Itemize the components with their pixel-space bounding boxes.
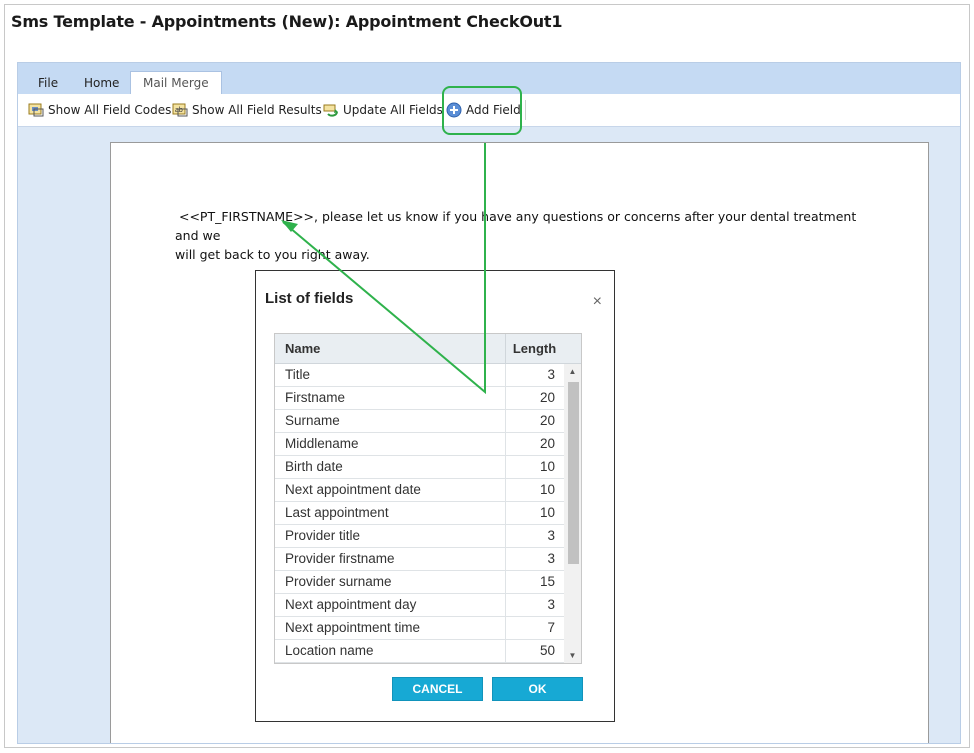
table-row[interactable]: Next appointment day 3: [275, 594, 564, 617]
show-all-field-codes-label: Show All Field Codes: [48, 103, 172, 117]
field-name-cell: Provider firstname: [285, 551, 395, 566]
table-row[interactable]: Birth date 10: [275, 456, 564, 479]
field-name-cell: Birth date: [285, 459, 343, 474]
field-length-cell: 20: [505, 433, 563, 455]
table-row[interactable]: Provider title 3: [275, 525, 564, 548]
field-length-cell: 3: [505, 364, 563, 386]
window-title: Sms Template - Appointments (New): Appoi…: [11, 12, 563, 31]
field-name-cell: Next appointment date: [285, 482, 421, 497]
scroll-down-icon[interactable]: ▼: [564, 651, 581, 660]
field-name-cell: Next appointment time: [285, 620, 421, 635]
field-length-cell: 3: [505, 548, 563, 570]
update-fields-icon: [323, 104, 338, 117]
field-name-cell: Location name: [285, 643, 374, 658]
table-scrollbar[interactable]: ▲ ▼: [564, 364, 581, 663]
table-row[interactable]: Location name 50: [275, 640, 564, 663]
fields-table: Name Length Title 3 Firstname 20 Surname 20 Mi…: [274, 333, 582, 664]
svg-text:ab: ab: [175, 107, 183, 114]
field-length-cell: 3: [505, 594, 563, 616]
tab-home[interactable]: Home: [84, 73, 119, 94]
field-length-cell: 7: [505, 617, 563, 639]
field-name-cell: Last appointment: [285, 505, 389, 520]
merge-field-pt-firstname[interactable]: <<PT_FIRSTNAME>>: [179, 209, 314, 224]
document-body[interactable]: <<PT_FIRSTNAME>>, please let us know if …: [175, 207, 875, 264]
table-header: Name Length: [275, 334, 581, 364]
table-row[interactable]: Surname 20: [275, 410, 564, 433]
show-all-field-results-button[interactable]: ab Show All Field Results: [172, 101, 322, 119]
update-all-fields-button[interactable]: Update All Fields: [323, 101, 443, 119]
field-name-cell: Title: [285, 367, 311, 382]
field-name-cell: Next appointment day: [285, 597, 417, 612]
close-icon[interactable]: ×: [593, 293, 602, 311]
dialog-title: List of fields: [265, 290, 354, 307]
ok-button[interactable]: OK: [492, 677, 583, 701]
table-row[interactable]: Middlename 20: [275, 433, 564, 456]
field-name-cell: Middlename: [285, 436, 359, 451]
tab-file[interactable]: File: [38, 73, 58, 94]
scroll-up-icon[interactable]: ▲: [564, 367, 581, 376]
field-name-cell: Provider surname: [285, 574, 392, 589]
table-row[interactable]: Last appointment 10: [275, 502, 564, 525]
field-name-cell: Surname: [285, 413, 340, 428]
field-length-cell: 20: [505, 410, 563, 432]
document-line-1: <<PT_FIRSTNAME>>, please let us know if …: [175, 207, 875, 245]
scrollbar-thumb[interactable]: [568, 382, 579, 564]
field-name-cell: Firstname: [285, 390, 346, 405]
field-length-cell: 10: [505, 456, 563, 478]
table-row[interactable]: Next appointment time 7: [275, 617, 564, 640]
field-codes-icon: [28, 103, 44, 117]
table-body: Title 3 Firstname 20 Surname 20 Middlename 20 Bi…: [275, 364, 564, 663]
toolbar-divider: [525, 100, 526, 120]
table-row[interactable]: Next appointment date 10: [275, 479, 564, 502]
field-length-cell: 10: [505, 502, 563, 524]
field-length-cell: 15: [505, 571, 563, 593]
document-text-line-2: will get back to you right away.: [175, 247, 370, 262]
field-length-cell: 3: [505, 525, 563, 547]
table-row[interactable]: Title 3: [275, 364, 564, 387]
table-row[interactable]: Provider surname 15: [275, 571, 564, 594]
field-name-cell: Provider title: [285, 528, 361, 543]
field-length-cell: 20: [505, 387, 563, 409]
table-row[interactable]: Firstname 20: [275, 387, 564, 410]
field-results-icon: ab: [172, 103, 188, 117]
update-all-fields-label: Update All Fields: [343, 103, 443, 117]
field-length-cell: 50: [505, 640, 563, 662]
show-all-field-results-label: Show All Field Results: [192, 103, 322, 117]
list-of-fields-dialog: List of fields × Name Length Title 3 First…: [255, 270, 615, 722]
show-all-field-codes-button[interactable]: Show All Field Codes: [28, 101, 171, 119]
field-length-cell: 10: [505, 479, 563, 501]
annotation-highlight-box: [442, 86, 522, 135]
tab-mail-merge[interactable]: Mail Merge: [130, 71, 222, 95]
column-header-length[interactable]: Length: [505, 334, 563, 363]
table-row[interactable]: Provider firstname 3: [275, 548, 564, 571]
cancel-button[interactable]: CANCEL: [392, 677, 483, 701]
column-header-name[interactable]: Name: [285, 341, 320, 356]
